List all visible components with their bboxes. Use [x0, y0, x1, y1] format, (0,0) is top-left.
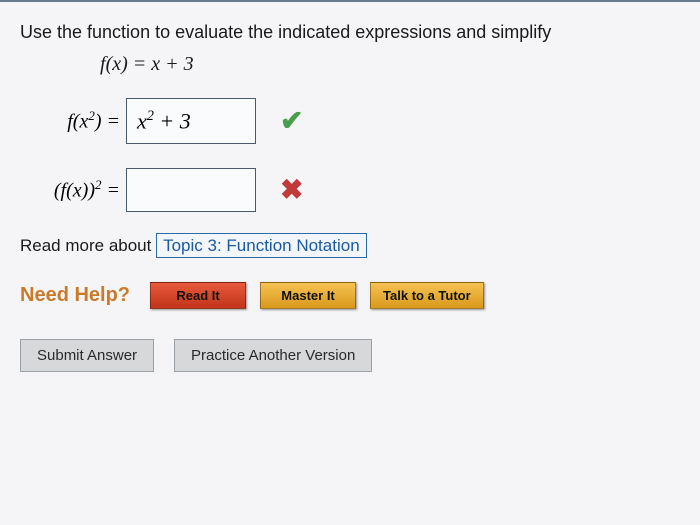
read-it-button[interactable]: Read It — [150, 282, 246, 309]
expr1-lhs: f(x2) = — [30, 108, 120, 134]
talk-to-tutor-button[interactable]: Talk to a Tutor — [370, 282, 484, 309]
need-help-label: Need Help? — [20, 284, 130, 307]
submit-answer-button[interactable]: Submit Answer — [20, 339, 154, 372]
expr1-answer-box[interactable]: x2 + 3 — [126, 98, 256, 144]
expr2-answer-box[interactable] — [126, 168, 256, 212]
expression-row-1: f(x2) = x2 + 3 ✔ — [30, 98, 680, 144]
read-more-line: Read more about Topic 3: Function Notati… — [20, 236, 680, 256]
question-panel: Use the function to evaluate the indicat… — [0, 0, 700, 525]
expr1-answer: x2 + 3 — [137, 108, 191, 134]
check-icon: ✔ — [280, 104, 303, 138]
read-more-prefix: Read more about — [20, 236, 156, 255]
cross-icon: ✖ — [280, 173, 303, 207]
practice-another-button[interactable]: Practice Another Version — [174, 339, 372, 372]
given-function: f(x) = x + 3 — [100, 53, 680, 76]
master-it-button[interactable]: Master It — [260, 282, 356, 309]
topic-link[interactable]: Topic 3: Function Notation — [156, 233, 367, 258]
expr2-lhs: (f(x))2 = — [30, 177, 120, 203]
bottom-actions: Submit Answer Practice Another Version — [20, 339, 680, 372]
help-row: Need Help? Read It Master It Talk to a T… — [20, 282, 680, 309]
instruction-text: Use the function to evaluate the indicat… — [20, 22, 680, 43]
expression-row-2: (f(x))2 = ✖ — [30, 168, 680, 212]
